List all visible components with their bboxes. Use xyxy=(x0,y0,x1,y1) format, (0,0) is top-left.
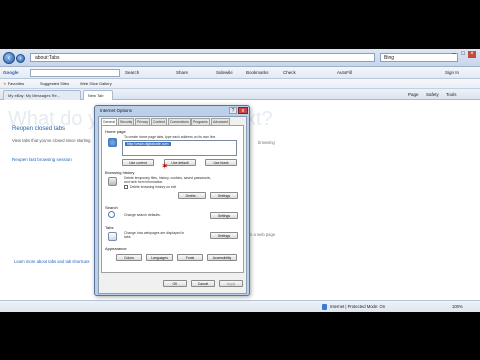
favorites-bar: ★ Favorites Suggested Sites Web Slice Ga… xyxy=(0,79,480,89)
tab-programs[interactable]: Programs xyxy=(191,118,210,125)
page-menu[interactable]: Page xyxy=(408,90,419,99)
google-search-input[interactable] xyxy=(30,69,120,77)
forward-button[interactable]: › xyxy=(16,54,25,63)
tab-general[interactable]: General xyxy=(101,118,118,125)
security-zone[interactable]: Internet | Protected Mode: On xyxy=(330,303,385,311)
tools-menu[interactable]: Tools xyxy=(446,90,457,99)
back-button[interactable]: ‹ xyxy=(3,52,15,64)
tabs-description-line2: tabs. xyxy=(124,235,132,239)
search-group: Search xyxy=(105,205,118,210)
address-bar[interactable]: about:Tabs xyxy=(30,53,375,62)
right-text-fragment: browsing xyxy=(258,140,275,145)
fav-suggested-sites[interactable]: Suggested Sites xyxy=(40,80,69,88)
close-window-icon[interactable]: × xyxy=(468,51,476,58)
tabs-group: Tabs xyxy=(105,225,114,230)
use-blank-button[interactable]: Use blank xyxy=(205,159,237,166)
reopen-description: View tabs that you've closed since start… xyxy=(12,138,91,143)
google-logo: Google xyxy=(3,70,19,75)
ok-button[interactable]: OK xyxy=(163,280,187,287)
delete-on-exit-checkbox[interactable] xyxy=(124,185,128,189)
learn-more-link[interactable]: Learn more about tabs and tab shortcuts xyxy=(14,259,89,264)
magnifier-icon xyxy=(108,211,115,218)
mouse-cursor-icon: ✶ xyxy=(161,161,169,171)
toolbar-sidewiki-button[interactable]: Sidewiki xyxy=(216,69,233,77)
safety-menu[interactable]: Safety xyxy=(426,90,439,99)
tabs-description-line1: Change how webpages are displayed in xyxy=(124,231,185,235)
toolbar-check-button[interactable]: Check xyxy=(283,69,296,77)
search-description: Change search defaults. xyxy=(124,213,161,217)
tab-advanced[interactable]: Advanced xyxy=(211,118,231,125)
tabs-icon xyxy=(108,232,117,241)
home-page-url: http://www.digitalcafe.com xyxy=(125,142,171,146)
maximize-icon[interactable]: □ xyxy=(459,51,467,58)
tab-connections[interactable]: Connections xyxy=(168,118,191,125)
use-current-button[interactable]: Use current xyxy=(122,159,154,166)
tabs-settings-button[interactable]: Settings xyxy=(210,232,238,239)
browsing-history-group: Browsing history xyxy=(105,170,135,175)
dialog-body: General Security Privacy Content Connect… xyxy=(98,116,247,294)
right-text-fragment-2: n a web page xyxy=(250,232,276,237)
search-settings-button[interactable]: Settings xyxy=(210,212,238,219)
status-bar: Internet | Protected Mode: On 100% xyxy=(0,300,480,312)
use-default-button[interactable]: Use default xyxy=(164,159,196,166)
delete-on-exit-label: Delete browsing history on exit xyxy=(130,185,177,189)
toolbar-bookmarks-button[interactable]: Bookmarks xyxy=(246,69,269,77)
colors-button[interactable]: Colors xyxy=(116,254,142,261)
tab-ebay[interactable]: My eBay: My Messages Re... xyxy=(3,90,81,100)
toolbar-signin-link[interactable]: Sign In xyxy=(445,69,459,77)
tab-privacy[interactable]: Privacy xyxy=(135,118,151,125)
tab-new-tab[interactable]: New Tab xyxy=(83,90,113,100)
cancel-button[interactable]: Cancel xyxy=(191,280,215,287)
appearance-group: Appearance xyxy=(105,246,127,251)
search-input[interactable]: Bing xyxy=(380,53,458,62)
toolbar-share-button[interactable]: Share xyxy=(176,69,188,77)
toolbar-autofill-button[interactable]: AutoFill xyxy=(337,69,352,77)
letterbox-bottom xyxy=(0,312,480,360)
tab-content[interactable]: Content xyxy=(151,118,167,125)
home-page-group: Home page xyxy=(105,129,126,134)
google-toolbar: Google Search Share Sidewiki Bookmarks C… xyxy=(0,67,480,79)
general-panel: Home page To create home page tabs, type… xyxy=(101,125,244,273)
fonts-button[interactable]: Fonts xyxy=(177,254,203,261)
tab-security[interactable]: Security xyxy=(118,118,135,125)
forward-arrow-icon: › xyxy=(19,56,22,62)
history-icon xyxy=(108,177,117,186)
reopen-closed-tabs-heading: Reopen closed tabs xyxy=(12,126,66,132)
toolbar-search-button[interactable]: Search xyxy=(125,69,139,77)
star-icon: ★ xyxy=(3,81,7,86)
favorites-button[interactable]: ★ Favorites xyxy=(3,80,24,88)
zoom-level[interactable]: 100% xyxy=(452,303,463,311)
home-page-description: To create home page tabs, type each addr… xyxy=(124,135,217,139)
history-description-line2: and web form information. xyxy=(124,180,164,184)
help-button[interactable]: ? xyxy=(229,107,237,114)
languages-button[interactable]: Languages xyxy=(146,254,173,261)
dialog-close-button[interactable]: x xyxy=(238,107,248,114)
home-page-icon xyxy=(108,138,117,147)
internet-options-dialog: Internet Options ? x General Security Pr… xyxy=(94,105,250,296)
accessibility-button[interactable]: Accessibility xyxy=(207,254,237,261)
home-page-url-field[interactable]: http://www.digitalcafe.com xyxy=(122,140,237,156)
back-arrow-icon: ‹ xyxy=(7,53,11,62)
reopen-last-session-link[interactable]: Reopen last browsing session xyxy=(12,157,72,162)
history-settings-button[interactable]: Settings xyxy=(210,192,238,199)
tab-bar: My eBay: My Messages Re... New Tab Page … xyxy=(0,89,480,100)
shield-icon xyxy=(322,304,327,310)
favorites-label: Favorites xyxy=(7,81,25,86)
minimize-icon[interactable]: – xyxy=(450,51,458,58)
fav-web-slice-gallery[interactable]: Web Slice Gallery xyxy=(80,80,112,88)
delete-history-button[interactable]: Delete... xyxy=(178,192,206,199)
letterbox-top xyxy=(0,0,480,49)
dialog-title: Internet Options xyxy=(100,108,133,113)
apply-button[interactable]: Apply xyxy=(219,280,243,287)
browser-window: ‹ › about:Tabs Bing – □ × Google Search … xyxy=(0,49,480,312)
address-row: ‹ › about:Tabs Bing – □ × xyxy=(0,49,480,67)
